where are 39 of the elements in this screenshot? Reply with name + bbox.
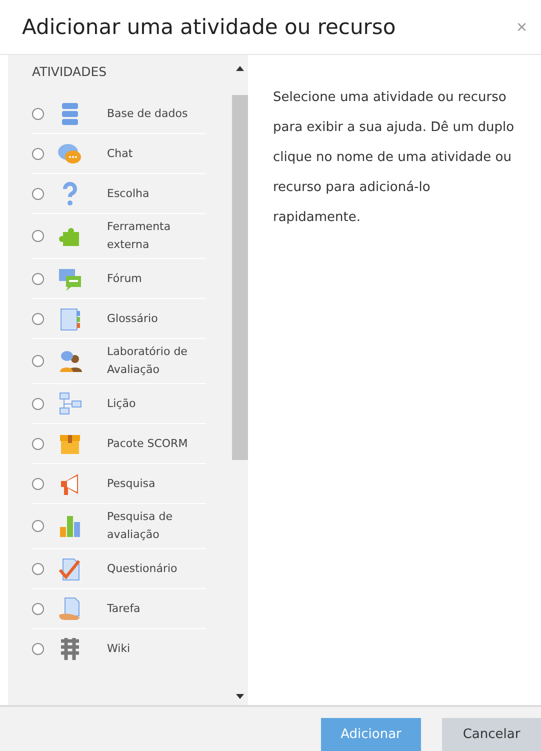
activity-label[interactable]: Chat bbox=[107, 144, 202, 162]
activity-label[interactable]: Pacote SCORM bbox=[107, 434, 202, 452]
people-icon bbox=[57, 348, 83, 374]
scroll-up-icon bbox=[236, 66, 244, 71]
help-text: Selecione uma atividade ou recurso para exibir a sua ajuda. Dê um duplo clique no nome de uma atividade ou recurso para adicioná-lo rapidamente. bbox=[273, 89, 516, 227]
cancel-button[interactable]: Cancelar bbox=[442, 718, 541, 751]
radio-button[interactable] bbox=[32, 520, 44, 532]
activity-label[interactable]: Base de dados bbox=[107, 104, 202, 122]
radio-button[interactable] bbox=[32, 108, 44, 120]
bar-chart-icon bbox=[57, 513, 83, 539]
activity-label[interactable]: Escolha bbox=[107, 184, 202, 202]
activity-label[interactable]: Fórum bbox=[107, 270, 202, 288]
activity-label[interactable]: Wiki bbox=[107, 640, 202, 658]
scrollbar-thumb[interactable] bbox=[232, 95, 248, 460]
activity-label[interactable]: Tarefa bbox=[107, 600, 202, 618]
scroll-down-icon bbox=[236, 694, 244, 699]
activity-label[interactable]: Pesquisa bbox=[107, 474, 202, 492]
radio-button[interactable] bbox=[32, 398, 44, 410]
activity-label[interactable]: Glossário bbox=[107, 310, 202, 328]
checkmark-document-icon bbox=[57, 556, 83, 582]
radio-button[interactable] bbox=[32, 272, 44, 284]
activity-label[interactable]: Pesquisa de avaliação bbox=[107, 508, 202, 544]
radio-button[interactable] bbox=[32, 148, 44, 160]
activity-label[interactable]: Laboratório de Avaliação bbox=[107, 343, 202, 379]
radio-button[interactable] bbox=[32, 438, 44, 450]
radio-button[interactable] bbox=[32, 355, 44, 367]
radio-button[interactable] bbox=[32, 602, 44, 614]
radio-button[interactable] bbox=[32, 230, 44, 242]
flowchart-icon bbox=[57, 390, 83, 416]
activity-label[interactable]: Ferramenta externa bbox=[107, 218, 202, 254]
radio-button[interactable] bbox=[32, 312, 44, 324]
list-heading: ATIVIDADES bbox=[32, 63, 108, 81]
dialog-title: Adicionar uma atividade ou recurso bbox=[22, 15, 396, 39]
radio-button[interactable] bbox=[32, 562, 44, 574]
radio-button[interactable] bbox=[32, 478, 44, 490]
radio-button[interactable] bbox=[32, 643, 44, 655]
radio-button[interactable] bbox=[32, 188, 44, 200]
activity-label[interactable]: Lição bbox=[107, 394, 202, 412]
activity-label[interactable]: Questionário bbox=[107, 560, 202, 578]
